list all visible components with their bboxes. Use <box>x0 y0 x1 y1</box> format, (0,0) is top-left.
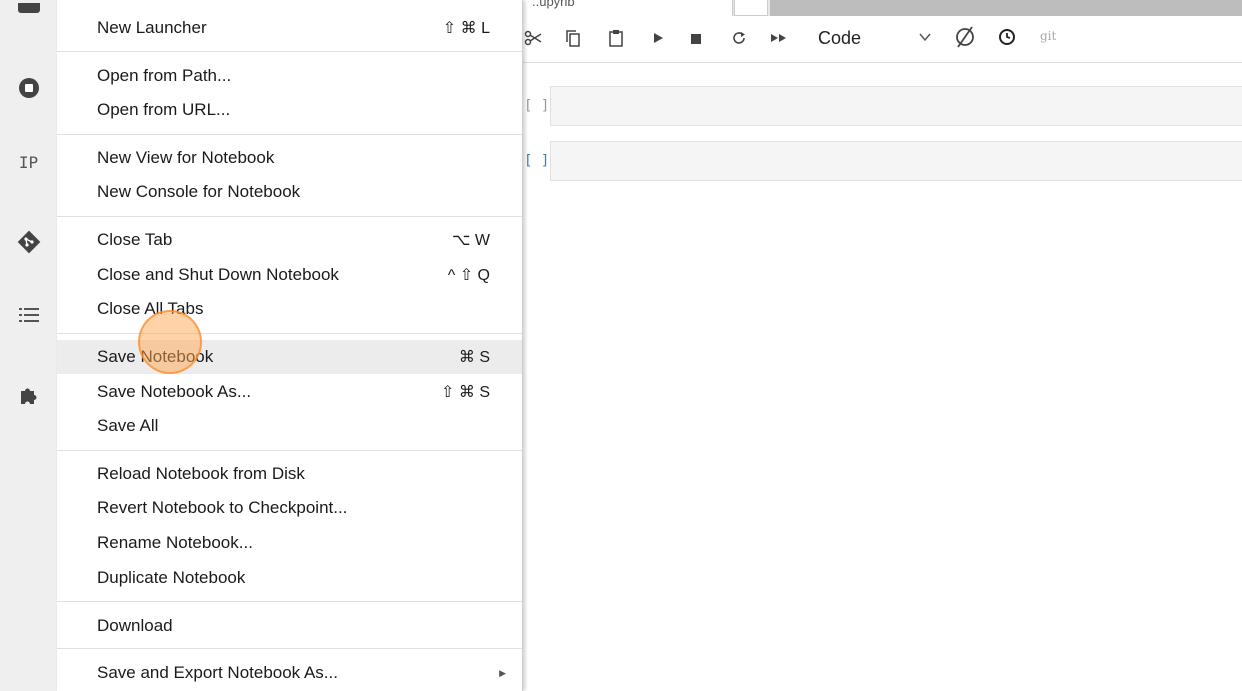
menu-item-save-notebook[interactable]: Save Notebook ⌘ S <box>57 340 522 374</box>
tab-bar: ..upyrib <box>522 0 1242 16</box>
git-icon[interactable] <box>0 227 57 257</box>
menu-item-close-shutdown[interactable]: Close and Shut Down Notebook ^ ⇧ Q <box>57 258 522 292</box>
menu-item-reload-from-disk[interactable]: Reload Notebook from Disk <box>57 457 522 491</box>
menu-separator <box>57 134 522 135</box>
menu-separator <box>57 333 522 334</box>
code-cell[interactable] <box>550 141 1242 181</box>
ip-icon[interactable]: IP <box>0 150 57 174</box>
menu-item-save-all[interactable]: Save All <box>57 409 522 443</box>
scissors-icon[interactable] <box>524 27 542 49</box>
menu-item-open-from-path[interactable]: Open from Path... <box>57 59 522 93</box>
restart-icon[interactable] <box>731 27 747 49</box>
puzzle-icon[interactable] <box>0 380 57 410</box>
list-icon[interactable] <box>0 302 57 328</box>
notebook-tab[interactable]: ..upyrib <box>522 0 733 16</box>
fast-forward-icon[interactable] <box>770 27 788 49</box>
folder-icon[interactable] <box>0 0 57 16</box>
menu-item-new-console[interactable]: New Console for Notebook <box>57 175 522 209</box>
git-label[interactable]: git <box>1040 29 1056 43</box>
kernel-icon[interactable] <box>954 26 976 48</box>
click-indicator <box>138 310 202 374</box>
menu-separator <box>57 216 522 217</box>
clock-icon[interactable] <box>998 26 1016 48</box>
menu-item-revert-checkpoint[interactable]: Revert Notebook to Checkpoint... <box>57 491 522 525</box>
menu-item-close-tab[interactable]: Close Tab ⌥ W <box>57 223 522 257</box>
new-tab-area[interactable] <box>734 0 768 16</box>
menu-item-download[interactable]: Download <box>57 609 522 643</box>
notebook-toolbar <box>522 16 1242 63</box>
menu-separator <box>57 51 522 52</box>
tab-bar-empty <box>770 0 1242 16</box>
stop-icon[interactable] <box>690 27 702 49</box>
copy-icon[interactable] <box>564 27 582 49</box>
menu-item-save-notebook-as[interactable]: Save Notebook As... ⇧ ⌘ S <box>57 375 522 409</box>
menu-separator <box>57 450 522 451</box>
stop-circle-icon[interactable] <box>0 73 57 103</box>
menu-item-duplicate-notebook[interactable]: Duplicate Notebook <box>57 561 522 595</box>
menu-separator <box>57 648 522 649</box>
menu-item-rename-notebook[interactable]: Rename Notebook... <box>57 526 522 560</box>
left-sidebar: IP <box>0 0 58 691</box>
code-cell[interactable] <box>550 86 1242 126</box>
menu-item-new-launcher[interactable]: New Launcher ⇧ ⌘ L <box>57 11 522 45</box>
run-icon[interactable] <box>652 27 664 49</box>
submenu-arrow-icon: ▶ <box>499 668 506 678</box>
cell-type-select[interactable]: Code <box>818 28 861 49</box>
paste-icon[interactable] <box>607 27 625 49</box>
chevron-down-icon[interactable] <box>918 30 932 47</box>
menu-item-save-and-export[interactable]: Save and Export Notebook As... ▶ <box>57 656 522 690</box>
menu-item-close-all-tabs[interactable]: Close All Tabs <box>57 292 522 326</box>
menu-separator <box>57 601 522 602</box>
file-menu: New Launcher ⇧ ⌘ L Open from Path... Ope… <box>57 0 523 691</box>
menu-item-open-from-url[interactable]: Open from URL... <box>57 93 522 127</box>
menu-item-new-view[interactable]: New View for Notebook <box>57 141 522 175</box>
